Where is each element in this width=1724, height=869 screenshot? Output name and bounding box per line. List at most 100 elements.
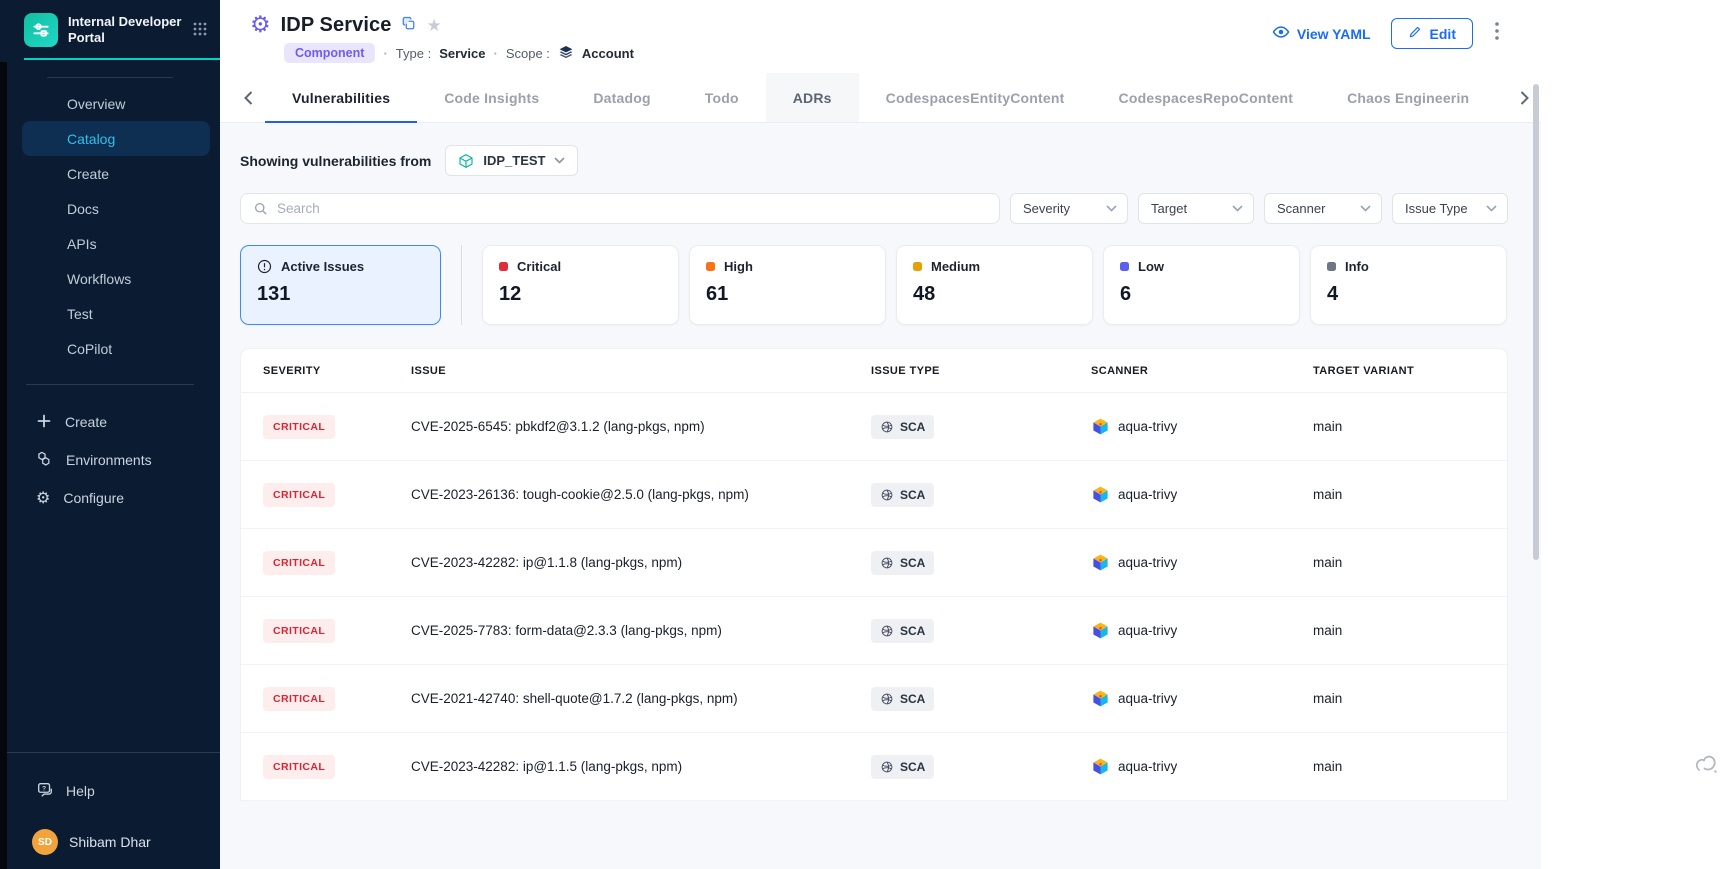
sidebar-item-copilot[interactable]: CoPilot bbox=[22, 331, 210, 366]
sidebar-item-create[interactable]: Create bbox=[22, 156, 210, 191]
severity-badge: CRITICAL bbox=[263, 415, 335, 439]
cards-divider bbox=[461, 245, 462, 325]
help-chat-icon: ? bbox=[36, 781, 54, 802]
sidebar-item-docs[interactable]: Docs bbox=[22, 191, 210, 226]
chevron-down-icon bbox=[1232, 205, 1243, 212]
severity-badge: CRITICAL bbox=[263, 551, 335, 575]
source-dropdown[interactable]: IDP_TEST bbox=[445, 145, 578, 176]
card-label: Active Issues bbox=[281, 259, 364, 274]
apps-grid-icon[interactable] bbox=[192, 19, 208, 42]
card-count: 4 bbox=[1327, 283, 1490, 306]
tab-code-insights[interactable]: Code Insights bbox=[417, 73, 566, 122]
user-menu[interactable]: SD Shibam Dhar bbox=[0, 829, 220, 855]
tab-codespaces-entity-content[interactable]: CodespacesEntityContent bbox=[859, 73, 1092, 122]
table-row[interactable]: CRITICAL CVE-2023-42282: ip@1.1.5 (lang-… bbox=[241, 733, 1507, 801]
medium-dot bbox=[913, 262, 922, 271]
tab-datadog[interactable]: Datadog bbox=[566, 73, 677, 122]
column-header-issue-type: ISSUE TYPE bbox=[871, 365, 1091, 377]
summary-cards: Active Issues 131 Critical 12 High 61 bbox=[240, 245, 1508, 325]
logo-underline bbox=[24, 58, 220, 60]
plus-icon bbox=[36, 413, 52, 432]
active-issues-card[interactable]: Active Issues 131 bbox=[240, 245, 441, 325]
search-field[interactable] bbox=[240, 193, 1000, 224]
component-gear-icon: ⚙ bbox=[250, 14, 271, 37]
scope-layers-icon bbox=[558, 44, 574, 63]
more-options-icon[interactable] bbox=[1493, 20, 1501, 47]
table-row[interactable]: CRITICAL CVE-2023-26136: tough-cookie@2.… bbox=[241, 461, 1507, 529]
table-row[interactable]: CRITICAL CVE-2023-42282: ip@1.1.8 (lang-… bbox=[241, 529, 1507, 597]
filter-label: Issue Type bbox=[1405, 201, 1468, 216]
search-input[interactable] bbox=[277, 201, 987, 216]
app-title: Internal Developer Portal bbox=[68, 14, 182, 47]
card-label: Info bbox=[1345, 259, 1369, 274]
sidebar-action-configure[interactable]: ⚙ Configure bbox=[0, 479, 220, 517]
page-title: IDP Service bbox=[281, 14, 392, 37]
aqua-trivy-icon bbox=[1091, 553, 1110, 572]
sidebar-action-create[interactable]: Create bbox=[0, 403, 220, 441]
showing-label: Showing vulnerabilities from bbox=[240, 153, 431, 169]
tab-chaos-engineering[interactable]: Chaos Engineerin bbox=[1320, 73, 1496, 122]
tab-codespaces-repo-content[interactable]: CodespacesRepoContent bbox=[1092, 73, 1321, 122]
issue-text: CVE-2023-42282: ip@1.1.5 (lang-pkgs, npm… bbox=[411, 759, 871, 774]
sca-sphere-icon bbox=[880, 760, 894, 774]
sidebar-divider bbox=[47, 77, 173, 78]
tab-vulnerabilities[interactable]: Vulnerabilities bbox=[265, 73, 417, 122]
tab-todo[interactable]: Todo bbox=[678, 73, 766, 122]
table-row[interactable]: CRITICAL CVE-2025-6545: pbkdf2@3.1.2 (la… bbox=[241, 393, 1507, 461]
scanner-name: aqua-trivy bbox=[1118, 691, 1177, 706]
issue-type-filter-dropdown[interactable]: Issue Type bbox=[1392, 193, 1508, 224]
sidebar-action-label: Configure bbox=[63, 490, 124, 506]
view-yaml-button[interactable]: View YAML bbox=[1272, 23, 1371, 44]
entity-header: ⚙ IDP Service ★ Component · Type : Servi… bbox=[220, 0, 1541, 73]
table-row[interactable]: CRITICAL CVE-2025-7783: form-data@2.3.3 … bbox=[241, 597, 1507, 665]
tabs-scroll-left-icon[interactable] bbox=[232, 73, 265, 122]
issue-type-badge: SCA bbox=[871, 687, 934, 711]
target-variant: main bbox=[1313, 487, 1507, 502]
target-variant: main bbox=[1313, 623, 1507, 638]
critical-card[interactable]: Critical 12 bbox=[482, 245, 679, 325]
cube-icon bbox=[458, 153, 474, 169]
card-label: Critical bbox=[517, 259, 561, 274]
table-row[interactable]: CRITICAL CVE-2021-42740: shell-quote@1.7… bbox=[241, 665, 1507, 733]
edit-button[interactable]: Edit bbox=[1391, 18, 1473, 49]
view-yaml-label: View YAML bbox=[1297, 26, 1371, 42]
card-count: 48 bbox=[913, 283, 1076, 306]
table-header-row: SEVERITY ISSUE ISSUE TYPE SCANNER TARGET… bbox=[241, 349, 1507, 393]
severity-filter-dropdown[interactable]: Severity bbox=[1010, 193, 1128, 224]
target-variant: main bbox=[1313, 759, 1507, 774]
column-header-scanner: SCANNER bbox=[1091, 365, 1313, 377]
sidebar-item-help[interactable]: ? Help bbox=[0, 773, 220, 809]
floating-widget-icon[interactable] bbox=[1692, 750, 1720, 778]
sidebar-item-overview[interactable]: Overview bbox=[22, 86, 210, 121]
column-header-target-variant: TARGET VARIANT bbox=[1313, 365, 1507, 377]
entity-tabs: Vulnerabilities Code Insights Datadog To… bbox=[220, 73, 1541, 123]
info-card[interactable]: Info 4 bbox=[1310, 245, 1507, 325]
copy-icon[interactable] bbox=[401, 16, 416, 36]
scrollbar[interactable] bbox=[1533, 84, 1539, 560]
sidebar-item-catalog[interactable]: Catalog bbox=[22, 121, 210, 156]
scanner-name: aqua-trivy bbox=[1118, 623, 1177, 638]
target-filter-dropdown[interactable]: Target bbox=[1138, 193, 1254, 224]
sidebar-item-workflows[interactable]: Workflows bbox=[22, 261, 210, 296]
medium-card[interactable]: Medium 48 bbox=[896, 245, 1093, 325]
chevron-down-icon bbox=[1106, 205, 1117, 212]
sca-sphere-icon bbox=[880, 692, 894, 706]
critical-dot bbox=[499, 262, 508, 271]
low-card[interactable]: Low 6 bbox=[1103, 245, 1300, 325]
logo[interactable]: Internal Developer Portal bbox=[0, 0, 220, 58]
sidebar-action-environments[interactable]: Environments bbox=[0, 441, 220, 479]
issue-type-badge: SCA bbox=[871, 619, 934, 643]
card-count: 6 bbox=[1120, 283, 1283, 306]
target-variant: main bbox=[1313, 419, 1507, 434]
sidebar-item-apis[interactable]: APIs bbox=[22, 226, 210, 261]
high-dot bbox=[706, 262, 715, 271]
tab-adrs[interactable]: ADRs bbox=[766, 73, 859, 122]
favorite-star-icon[interactable]: ★ bbox=[426, 16, 441, 36]
meta-separator: · bbox=[383, 46, 387, 61]
high-card[interactable]: High 61 bbox=[689, 245, 886, 325]
scanner-filter-dropdown[interactable]: Scanner bbox=[1264, 193, 1382, 224]
sidebar-item-test[interactable]: Test bbox=[22, 296, 210, 331]
filter-label: Scanner bbox=[1277, 201, 1325, 216]
filter-label: Target bbox=[1151, 201, 1187, 216]
environments-icon bbox=[36, 450, 53, 470]
